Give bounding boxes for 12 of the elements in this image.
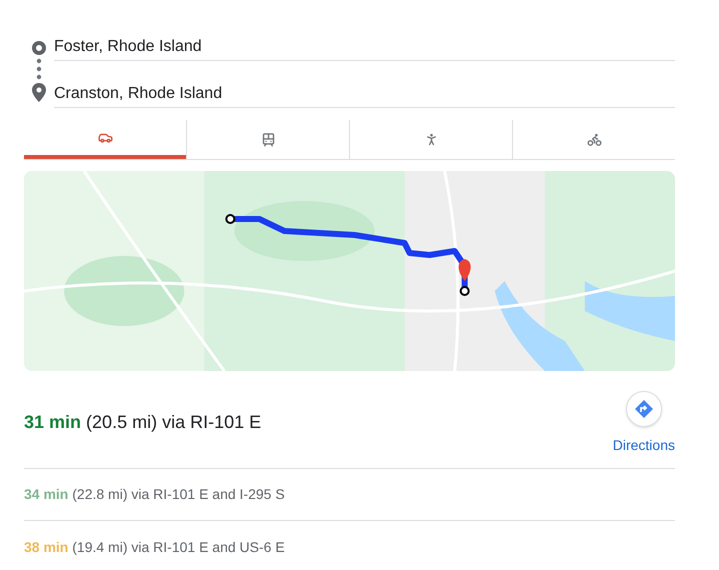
route-summary[interactable]: 31 min (20.5 mi) via RI-101 E bbox=[24, 409, 262, 436]
route-option[interactable]: 38 min (19.4 mi) via RI-101 E and US-6 E bbox=[24, 521, 675, 570]
origin-circle-icon bbox=[32, 41, 46, 55]
destination-field[interactable]: Cranston, Rhode Island bbox=[54, 80, 675, 108]
location-pin-icon bbox=[32, 83, 46, 102]
transit-icon bbox=[260, 132, 276, 147]
route-option[interactable]: 34 min (22.8 mi) via RI-101 E and I-295 S bbox=[24, 469, 675, 521]
origin-field[interactable]: Foster, Rhode Island bbox=[54, 33, 675, 61]
directions-icon bbox=[626, 391, 662, 427]
dots-icon bbox=[36, 58, 42, 80]
directions-button[interactable]: Directions bbox=[612, 391, 675, 456]
bike-icon bbox=[586, 132, 602, 147]
